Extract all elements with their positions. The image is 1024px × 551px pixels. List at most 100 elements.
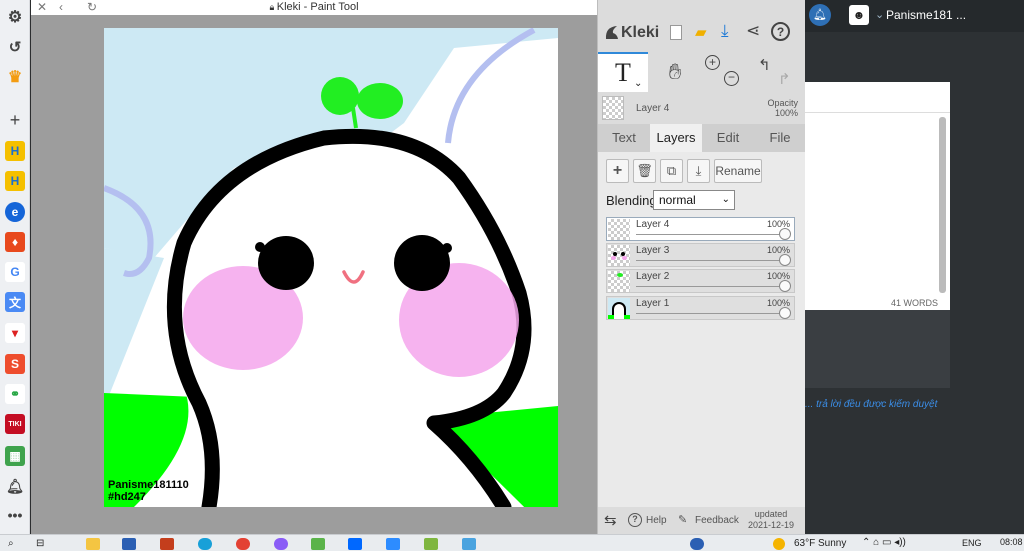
eye-right xyxy=(394,235,450,291)
tab-edit[interactable]: Edit xyxy=(702,124,754,152)
opacity-slider-handle[interactable] xyxy=(779,254,791,266)
settings-icon[interactable]: ⚙ xyxy=(5,7,25,27)
merge-layer-button[interactable]: ⤓ xyxy=(687,159,710,183)
chevron-down-icon[interactable]: ⌄ xyxy=(634,78,642,89)
add-layer-button[interactable]: + xyxy=(606,159,629,183)
opacity-slider-handle[interactable] xyxy=(779,307,791,319)
help-tray-icon[interactable] xyxy=(690,538,704,550)
text-tool-button[interactable]: T ⌄ xyxy=(598,52,648,92)
app-orange-icon[interactable]: ♦ xyxy=(5,232,25,252)
layers-panel: + 🗑︎ ⧉ ⤓ Rename Blending normal ⌄ Layer 4… xyxy=(598,152,806,534)
drawing-canvas[interactable]: Panisme181110 #hd247 xyxy=(104,28,558,507)
redo-icon[interactable]: ↱ xyxy=(778,70,791,88)
download-icon[interactable]: ⤓ xyxy=(721,21,729,41)
notification-icon[interactable]: 🔔︎ xyxy=(5,476,25,496)
store-icon[interactable] xyxy=(122,538,136,550)
app-icon[interactable] xyxy=(274,538,288,550)
app-h-icon[interactable]: H xyxy=(5,141,25,161)
weather-text[interactable]: 63°F Sunny xyxy=(794,538,846,549)
search-icon[interactable]: ⌕ xyxy=(8,538,22,550)
kleki-logo-icon xyxy=(605,26,618,39)
delete-layer-button[interactable]: 🗑︎ xyxy=(633,159,656,183)
opacity-readout: Opacity 100% xyxy=(767,98,798,118)
language-indicator[interactable]: ENG xyxy=(962,538,982,548)
layer-item[interactable]: Layer 1 100% xyxy=(606,296,795,320)
updated-date: 2021-12-19 xyxy=(748,520,795,530)
scrollbar[interactable] xyxy=(939,117,946,293)
opacity-slider-handle[interactable] xyxy=(779,280,791,292)
opacity-slider-track xyxy=(636,234,788,235)
current-layer-thumbnail xyxy=(602,96,624,120)
open-folder-icon[interactable]: ▰ xyxy=(695,23,707,41)
tray-icons[interactable]: ⌃ ⌂ ▭ ◂)) xyxy=(862,537,906,548)
kleki-logo: Kleki xyxy=(603,24,659,42)
clock[interactable]: 08:08 xyxy=(1000,537,1023,547)
tab-text[interactable]: Text xyxy=(598,124,650,152)
zoom-in-icon[interactable]: + xyxy=(705,55,720,70)
paint-icon[interactable] xyxy=(424,538,438,550)
google-icon[interactable]: G xyxy=(5,262,25,282)
zalo-icon[interactable] xyxy=(348,538,362,550)
trash-icon: 🗑︎ xyxy=(636,163,653,178)
text-editor-area[interactable]: 41 WORDS xyxy=(805,82,950,310)
more-icon[interactable]: ••• xyxy=(5,505,25,525)
calc-icon[interactable]: ▦ xyxy=(5,446,25,466)
app-blue-icon[interactable]: e xyxy=(5,202,25,222)
add-icon[interactable]: + xyxy=(5,110,25,130)
opacity-slider-track xyxy=(636,260,788,261)
blending-select[interactable]: normal ⌄ xyxy=(653,190,735,210)
history-icon[interactable]: ↺ xyxy=(5,37,25,57)
feedback-link[interactable]: Feedback xyxy=(695,515,739,526)
app-window-icon[interactable] xyxy=(462,538,476,550)
undo-icon[interactable]: ↰ xyxy=(758,56,771,74)
tiki-icon[interactable]: TIKI xyxy=(5,414,25,434)
layer-name: Layer 3 xyxy=(636,245,670,256)
new-document-icon[interactable] xyxy=(670,25,682,40)
notification-bell-icon[interactable]: 🔔︎ xyxy=(809,4,831,26)
powerpoint-icon[interactable] xyxy=(160,538,174,550)
translate-icon[interactable]: 文 xyxy=(5,292,25,312)
current-layer-info: Layer 4 Opacity 100% xyxy=(598,94,806,124)
tab-layers[interactable]: Layers xyxy=(650,124,702,152)
swap-sides-icon[interactable]: ⇆ xyxy=(604,511,617,529)
current-layer-name: Layer 4 xyxy=(636,103,670,114)
layer-item[interactable]: Layer 3 100% xyxy=(606,243,795,267)
edge-icon[interactable] xyxy=(198,538,212,550)
lock-icon: 🔒︎ xyxy=(269,2,277,12)
avatar[interactable]: ☻ xyxy=(849,5,869,25)
link-icon[interactable]: ⚭ xyxy=(5,384,25,404)
help-icon[interactable]: ? xyxy=(771,22,790,41)
crown-icon[interactable]: ♛ xyxy=(5,67,25,87)
username[interactable]: Panisme181 ... xyxy=(886,8,966,22)
zoom-icon[interactable] xyxy=(386,538,400,550)
share-icon[interactable]: ⋖ xyxy=(746,21,760,41)
duplicate-layer-button[interactable]: ⧉ xyxy=(660,159,683,183)
tab-file[interactable]: File xyxy=(754,124,806,152)
app-red-icon[interactable]: ▾ xyxy=(5,323,25,343)
app-h2-icon[interactable]: H xyxy=(5,171,25,191)
opacity-slider-handle[interactable] xyxy=(779,228,791,240)
background-window: 🔔︎ ☻ ⌄ Panisme181 ... 41 WORDS ... trả l… xyxy=(805,0,1024,534)
blending-value: normal xyxy=(659,193,696,207)
layer-item[interactable]: Layer 4 100% xyxy=(606,217,795,241)
sun-icon xyxy=(773,538,785,550)
help-link[interactable]: Help xyxy=(646,515,667,526)
kleki-logo-text: Kleki xyxy=(621,24,660,41)
zoom-out-icon[interactable]: − xyxy=(724,71,739,86)
opacity-slider-track xyxy=(636,286,788,287)
signature: Panisme181110 #hd247 xyxy=(108,479,189,503)
layer-item[interactable]: Layer 2 100% xyxy=(606,269,795,293)
file-explorer-icon[interactable] xyxy=(86,538,100,550)
layer-thumbnail xyxy=(608,245,630,266)
app-active-icon[interactable] xyxy=(311,538,325,550)
rename-button[interactable]: Rename xyxy=(714,159,762,183)
zoom-controls: + − xyxy=(702,52,752,92)
eye-left xyxy=(258,236,314,290)
chevron-down-icon: ⌄ xyxy=(721,194,730,205)
chrome-icon[interactable] xyxy=(236,538,250,550)
task-view-icon[interactable]: ⊟ xyxy=(36,538,50,550)
hand-tool-button[interactable]: ✋︎ xyxy=(650,52,700,92)
opacity-label: Opacity xyxy=(767,98,798,108)
shopee-icon[interactable]: S xyxy=(5,354,25,374)
comment-box xyxy=(805,310,950,388)
